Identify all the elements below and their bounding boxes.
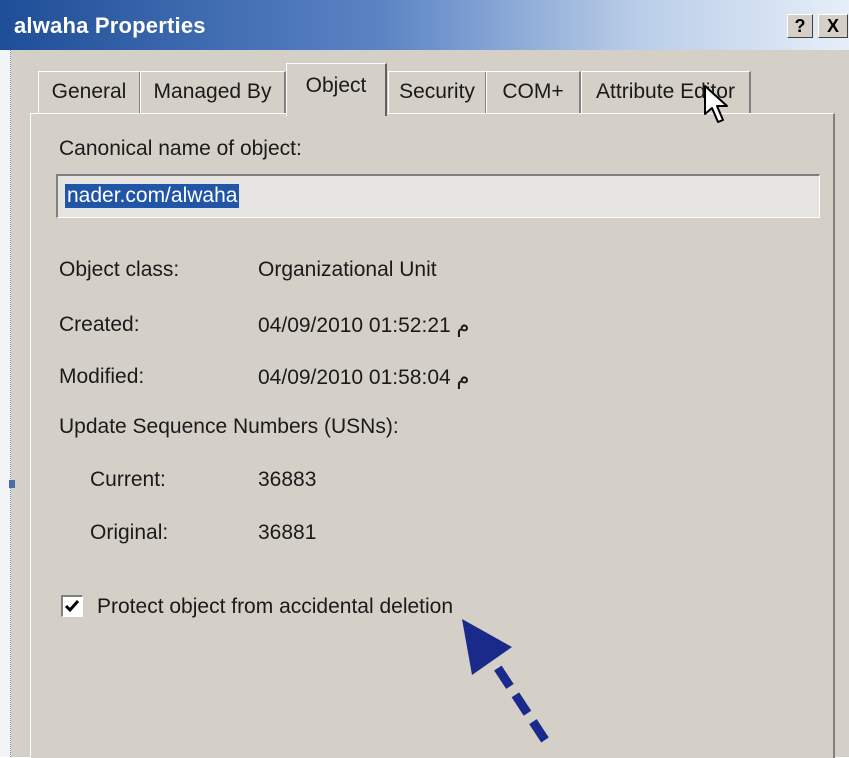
resize-handle[interactable]	[9, 480, 15, 488]
protect-deletion-checkbox[interactable]	[61, 595, 83, 617]
usn-current-label: Current:	[90, 468, 166, 491]
title-bar[interactable]: alwaha Properties ? X	[0, 0, 849, 50]
usn-current-value: 36883	[258, 468, 317, 491]
tab-object[interactable]: Object	[286, 63, 387, 116]
tab-com-plus[interactable]: COM+	[486, 71, 581, 114]
protect-deletion-label[interactable]: Protect object from accidental deletion	[97, 595, 453, 619]
canonical-name-value: nader.com/alwaha	[65, 184, 240, 208]
object-class-value: Organizational Unit	[258, 258, 437, 281]
object-class-label: Object class:	[59, 258, 180, 281]
help-button[interactable]: ?	[787, 14, 813, 38]
tab-managed-by[interactable]: Managed By	[140, 71, 286, 114]
modified-label: Modified:	[59, 365, 145, 388]
modified-value: 04/09/2010 01:58:04 م	[258, 366, 470, 389]
tab-general[interactable]: General	[38, 71, 141, 114]
annotation-arrow-icon	[462, 619, 549, 743]
checkmark-icon	[64, 600, 80, 613]
tab-security[interactable]: Security	[388, 71, 487, 114]
arrow-cursor-icon	[704, 85, 728, 123]
window-title: alwaha Properties	[14, 13, 206, 38]
properties-dialog: alwaha Properties ? X General Managed By…	[0, 0, 849, 758]
window-frame-edge	[0, 50, 11, 757]
usn-header: Update Sequence Numbers (USNs):	[59, 415, 399, 438]
canonical-name-label: Canonical name of object:	[59, 137, 302, 160]
created-value: 04/09/2010 01:52:21 م	[258, 314, 470, 337]
close-button[interactable]: X	[818, 14, 848, 38]
canonical-name-field[interactable]: nader.com/alwaha	[56, 174, 820, 218]
usn-original-value: 36881	[258, 521, 317, 544]
usn-original-label: Original:	[90, 521, 169, 544]
created-label: Created:	[59, 313, 140, 336]
